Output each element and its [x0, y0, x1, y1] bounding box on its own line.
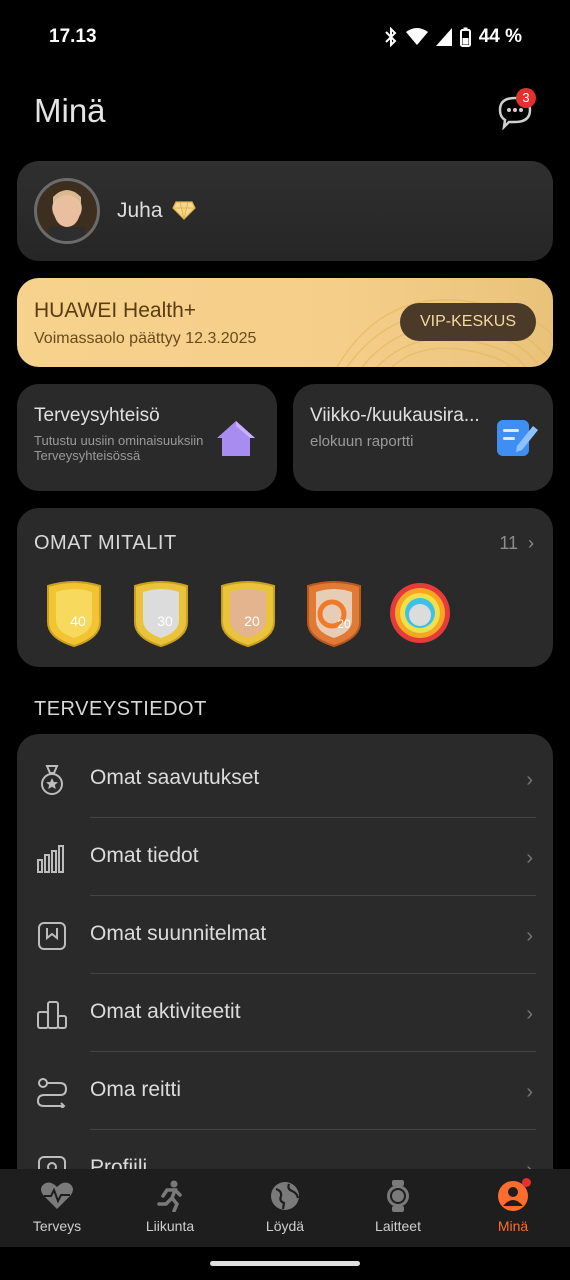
- medals-count-value: 11: [499, 533, 518, 553]
- runner-icon: [157, 1180, 182, 1212]
- list-item-activities[interactable]: Omat aktiviteetit ›: [17, 974, 553, 1052]
- user-name: Juha: [117, 199, 163, 222]
- community-subtitle: Tutustu uusiin ominaisuuksiin Terveysyht…: [34, 433, 204, 463]
- notification-dot: [522, 1178, 531, 1187]
- home-gesture-handle[interactable]: [210, 1261, 360, 1266]
- list-item-my-data[interactable]: Omat tiedot ›: [17, 818, 553, 896]
- medal-label: 20: [337, 617, 351, 631]
- status-time: 17.13: [49, 26, 97, 47]
- report-subtitle: elokuun raportti: [310, 433, 414, 450]
- list-item-label: Omat tiedot: [90, 844, 199, 867]
- bookmark-icon: [38, 922, 66, 950]
- medals-count[interactable]: 11 ›: [499, 533, 534, 554]
- activities-icon: [37, 1001, 67, 1029]
- community-title: Terveysyhteisö: [34, 405, 160, 426]
- medal-orange-20-icon[interactable]: 20: [300, 578, 368, 648]
- tab-mina[interactable]: Minä: [458, 1178, 568, 1234]
- avatar[interactable]: [34, 178, 100, 244]
- health-community-card[interactable]: Terveysyhteisö Tutustu uusiin ominaisuuk…: [17, 384, 277, 491]
- page-title: Minä: [34, 92, 106, 129]
- bluetooth-icon: [384, 27, 397, 47]
- chevron-right-icon: ›: [526, 925, 533, 947]
- vip-center-button[interactable]: VIP-KESKUS: [400, 303, 536, 341]
- heart-icon: [41, 1182, 73, 1209]
- avatar-face: [49, 190, 85, 241]
- signal-icon: [435, 28, 452, 46]
- chevron-right-icon: ›: [528, 533, 534, 553]
- medal-bronze-20-icon[interactable]: 20: [214, 578, 282, 648]
- bar-chart-icon: [37, 845, 64, 873]
- wifi-icon: [405, 28, 428, 45]
- weekly-monthly-report-card[interactable]: Viikko-/kuukausira... elokuun raportti: [293, 384, 553, 491]
- list-item-label: Omat suunnitelmat: [90, 922, 267, 945]
- chevron-right-icon: ›: [526, 1081, 533, 1103]
- list-item-plans[interactable]: Omat suunnitelmat ›: [17, 896, 553, 974]
- tab-label: Terveys: [32, 1218, 82, 1234]
- chevron-right-icon: ›: [526, 847, 533, 869]
- globe-icon: [271, 1182, 300, 1210]
- health-section-title: TERVEYSTIEDOT: [34, 698, 207, 720]
- message-count-badge: 3: [516, 88, 536, 108]
- list-item-label: Omat saavutukset: [90, 766, 260, 789]
- diamond-badge-icon: [172, 201, 196, 220]
- tab-label: Minä: [497, 1218, 529, 1234]
- house-icon: [217, 421, 255, 456]
- tab-label: Laitteet: [375, 1218, 421, 1234]
- medal-icon: [41, 765, 63, 795]
- chevron-right-icon: ›: [526, 1003, 533, 1025]
- tab-label: Liikunta: [145, 1218, 195, 1234]
- battery-icon: [459, 27, 471, 47]
- tab-terveys[interactable]: Terveys: [2, 1180, 112, 1234]
- tab-laitteet[interactable]: Laitteet: [343, 1180, 453, 1234]
- list-item-label: Oma reitti: [90, 1078, 182, 1101]
- list-item-achievements[interactable]: Omat saavutukset ›: [17, 740, 553, 818]
- medals-title: OMAT MITALIT: [34, 532, 177, 554]
- list-item-route[interactable]: Oma reitti ›: [17, 1052, 553, 1130]
- medal-silver-30-icon[interactable]: 30: [127, 578, 195, 648]
- battery-percentage: 44 %: [478, 26, 522, 47]
- medal-gold-40-icon[interactable]: 40: [40, 578, 108, 648]
- report-edit-icon: [497, 420, 538, 456]
- report-title: Viikko-/kuukausira...: [310, 405, 480, 426]
- route-icon: [36, 1078, 68, 1108]
- status-bar: 17.13 44 %: [0, 0, 570, 76]
- list-item-label: Omat aktiviteetit: [90, 1000, 241, 1023]
- watch-icon: [387, 1180, 409, 1212]
- medal-label: 30: [157, 613, 173, 629]
- medal-label: 20: [244, 613, 260, 629]
- vip-title: HUAWEI Health+: [34, 299, 197, 322]
- chevron-right-icon: ›: [526, 769, 533, 791]
- medal-rainbow-ring-icon[interactable]: [386, 578, 454, 648]
- tab-label: Löydä: [265, 1218, 305, 1234]
- vip-validity: Voimassaolo päättyy 12.3.2025: [34, 330, 257, 347]
- medal-label: 40: [70, 613, 86, 629]
- status-icons: 44 %: [384, 26, 522, 48]
- tab-liikunta[interactable]: Liikunta: [115, 1180, 225, 1234]
- tab-loyda[interactable]: Löydä: [230, 1180, 340, 1234]
